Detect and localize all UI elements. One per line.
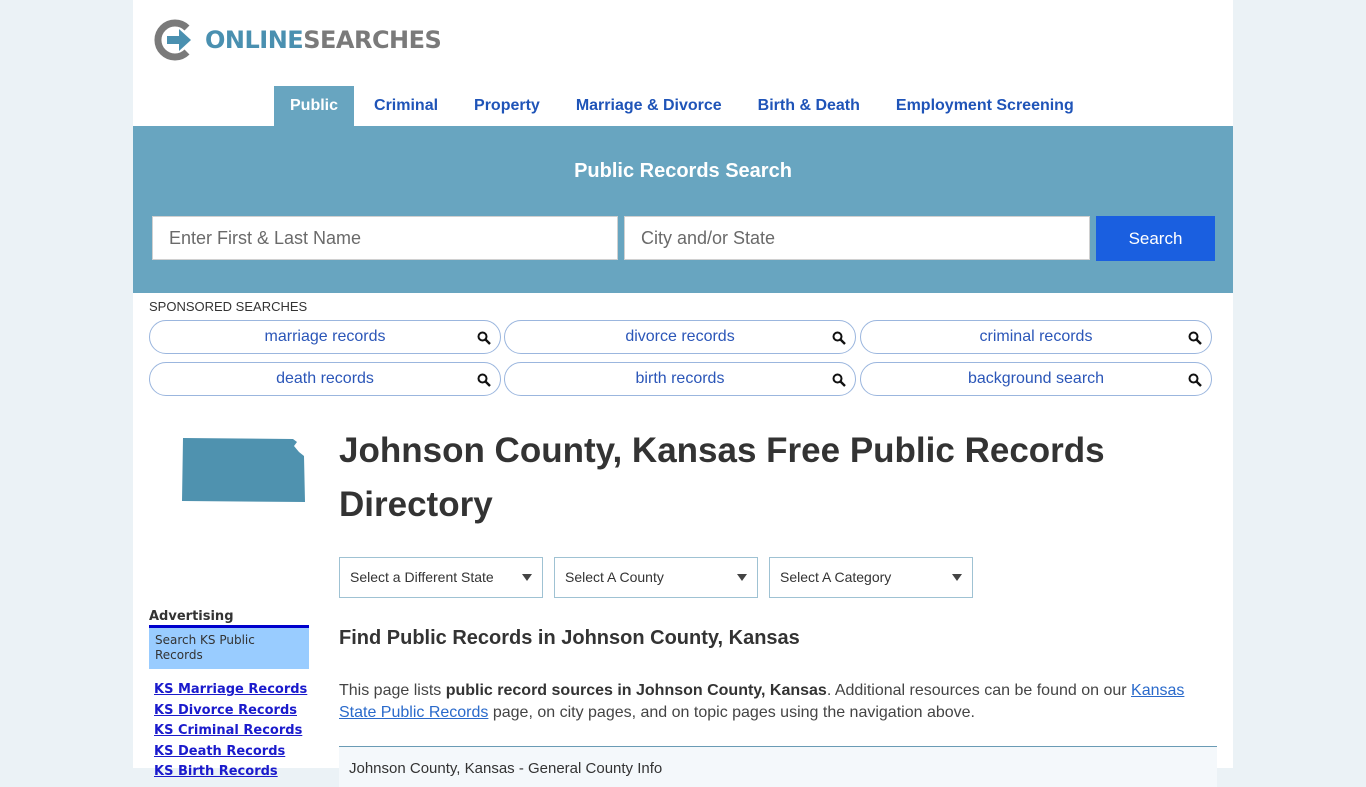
sidebar-link-marriage[interactable]: KS Marriage Records — [154, 680, 307, 701]
sponsored-criminal-records[interactable]: criminal records — [860, 320, 1212, 354]
para-text: . Additional resources can be found on o… — [826, 682, 1132, 699]
county-select[interactable]: Select A County — [554, 557, 758, 598]
sidebar-link-death[interactable]: KS Death Records — [154, 742, 307, 763]
county-select-value: Select A County — [565, 569, 664, 585]
chevron-down-icon — [952, 574, 962, 581]
search-button[interactable]: Search — [1096, 216, 1215, 261]
search-icon — [477, 373, 491, 387]
nav-public[interactable]: Public — [274, 86, 355, 126]
search-icon — [1188, 373, 1202, 387]
nav-employment-screening[interactable]: Employment Screening — [880, 86, 1090, 126]
search-band: Public Records Search Search — [133, 126, 1233, 293]
sponsored-marriage-records[interactable]: marriage records — [149, 320, 501, 354]
sidebar-link-criminal[interactable]: KS Criminal Records — [154, 721, 307, 742]
pill-label: background search — [967, 370, 1105, 387]
site-logo[interactable]: ONLINESEARCHES — [153, 18, 442, 62]
page: ONLINESEARCHES Public Criminal Property … — [133, 0, 1233, 787]
sponsored-divorce-records[interactable]: divorce records — [504, 320, 856, 354]
chevron-down-icon — [522, 574, 532, 581]
section-heading: Find Public Records in Johnson County, K… — [339, 627, 800, 649]
para-text: This page lists — [339, 682, 446, 699]
sponsored-birth-records[interactable]: birth records — [504, 362, 856, 396]
intro-paragraph: This page lists public record sources in… — [339, 680, 1219, 724]
pill-label: marriage records — [264, 328, 386, 345]
kansas-state-map-icon — [182, 438, 305, 502]
ad-box[interactable]: Search KS Public Records — [149, 625, 309, 669]
nav-marriage-divorce[interactable]: Marriage & Divorce — [560, 86, 738, 126]
county-info-box: Johnson County, Kansas - General County … — [339, 746, 1217, 787]
search-icon — [477, 331, 491, 345]
search-icon — [832, 331, 846, 345]
category-select[interactable]: Select A Category — [769, 557, 973, 598]
nav-property[interactable]: Property — [458, 86, 556, 126]
state-select-value: Select a Different State — [350, 569, 494, 585]
pill-label: criminal records — [979, 328, 1093, 345]
pill-label: divorce records — [625, 328, 735, 345]
nav-birth-death[interactable]: Birth & Death — [742, 86, 876, 126]
sidebar-link-divorce[interactable]: KS Divorce Records — [154, 701, 307, 722]
search-icon — [1188, 331, 1202, 345]
main-nav: Public Criminal Property Marriage & Divo… — [274, 86, 1094, 126]
pill-label: death records — [276, 370, 374, 387]
logo-text-online: ONLINE — [205, 26, 304, 54]
category-select-value: Select A Category — [780, 569, 892, 585]
nav-criminal[interactable]: Criminal — [358, 86, 454, 126]
county-info-title: Johnson County, Kansas - General County … — [349, 760, 663, 777]
para-text: page, on city pages, and on topic pages … — [488, 704, 975, 721]
sidebar-link-birth[interactable]: KS Birth Records — [154, 762, 307, 783]
sponsored-background-search[interactable]: background search — [860, 362, 1212, 396]
name-input[interactable] — [152, 216, 618, 260]
state-select[interactable]: Select a Different State — [339, 557, 543, 598]
logo-text-searches: SEARCHES — [303, 26, 442, 54]
city-state-input[interactable] — [624, 216, 1090, 260]
sponsored-death-records[interactable]: death records — [149, 362, 501, 396]
search-icon — [832, 373, 846, 387]
logo-icon — [154, 19, 191, 61]
chevron-down-icon — [737, 574, 747, 581]
pill-label: birth records — [635, 370, 725, 387]
logo-text: ONLINESEARCHES — [205, 26, 442, 54]
advertising-label: Advertising — [149, 609, 234, 624]
para-bold: public record sources in Johnson County,… — [445, 682, 827, 699]
sponsored-label: SPONSORED SEARCHES — [149, 299, 308, 314]
filter-selects: Select a Different State Select A County… — [339, 557, 984, 598]
page-title: Johnson County, Kansas Free Public Recor… — [339, 431, 1105, 524]
search-title: Public Records Search — [574, 160, 792, 182]
